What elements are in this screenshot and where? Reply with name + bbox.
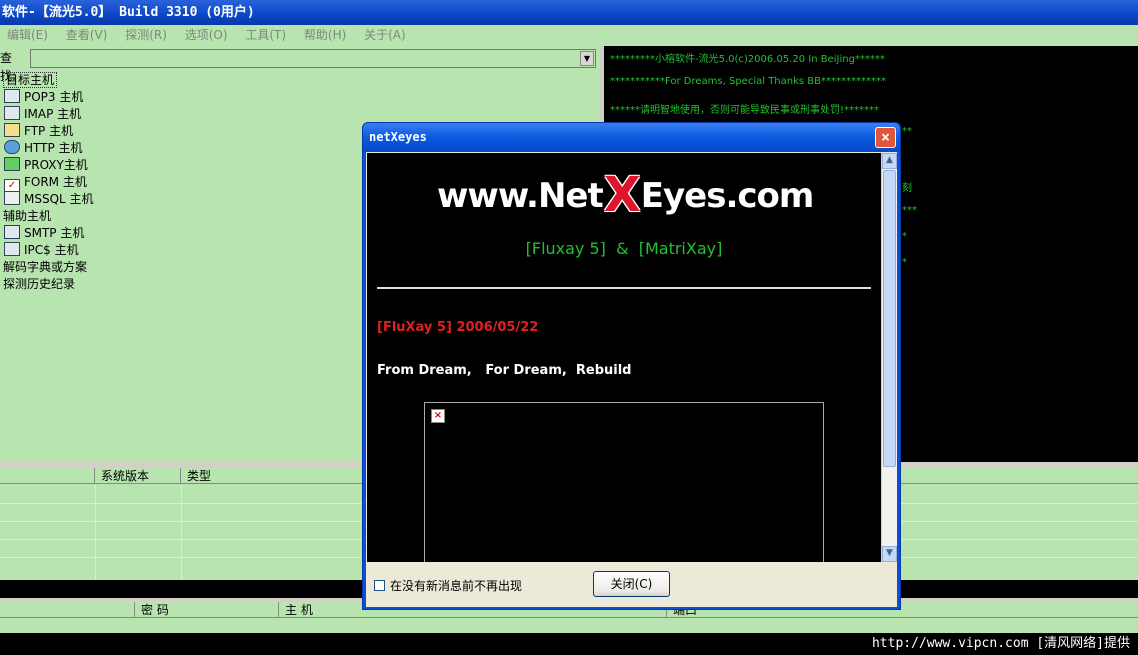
console-line: ******请明智地使用，否则可能导致民事或刑事处罚!******* bbox=[610, 105, 880, 116]
globe-icon bbox=[4, 140, 20, 154]
chevron-down-icon[interactable]: ▼ bbox=[580, 51, 594, 66]
menu-about[interactable]: 关于(A) bbox=[357, 25, 413, 46]
window-title: 软件-【流光5.0】 Build 3310 (0用户) bbox=[2, 5, 255, 20]
menu-tools[interactable]: 工具(T) bbox=[238, 25, 293, 46]
netxeyes-logo: www.NetXEyes.com bbox=[437, 167, 815, 223]
find-combobox[interactable]: ▼ bbox=[30, 49, 596, 68]
logo-text: www.Net bbox=[437, 176, 604, 216]
tree-item-label: HTTP 主机 bbox=[24, 141, 83, 155]
folder-icon bbox=[4, 123, 20, 137]
menu-view[interactable]: 查看(V) bbox=[59, 25, 115, 46]
tree-item-label: FTP 主机 bbox=[24, 124, 74, 138]
tree-item-aux-hosts[interactable]: 辅助主机 bbox=[0, 208, 94, 225]
tree-item-proxy[interactable]: PROXY主机 bbox=[0, 157, 94, 174]
menu-edit[interactable]: 编辑(E) bbox=[0, 25, 55, 46]
proxy-icon bbox=[4, 157, 20, 171]
image-placeholder: × bbox=[424, 402, 824, 562]
menu-options[interactable]: 选项(O) bbox=[178, 25, 235, 46]
grid-column-divider bbox=[181, 485, 182, 580]
tree-item-ftp[interactable]: FTP 主机 bbox=[0, 123, 94, 140]
mail-host-icon bbox=[4, 106, 20, 120]
console-line: *********小榕软件-流光5.0(c)2006.05.20 In BeiJ… bbox=[610, 54, 885, 65]
menu-help[interactable]: 帮助(H) bbox=[297, 25, 353, 46]
checkbox-label[interactable]: 在没有新消息前不再出现 bbox=[390, 577, 522, 594]
close-icon[interactable]: × bbox=[875, 127, 896, 148]
mail-host-icon bbox=[4, 89, 20, 103]
dialog-title: netXeyes bbox=[369, 130, 427, 144]
menu-bar: 编辑(E) 查看(V) 探测(R) 选项(O) 工具(T) 帮助(H) 关于(A… bbox=[0, 25, 1138, 46]
motto-line: From Dream, For Dream, Rebuild bbox=[377, 363, 632, 378]
scroll-thumb[interactable] bbox=[883, 170, 896, 467]
logo-x: X bbox=[603, 167, 641, 223]
tree-item-label: IMAP 主机 bbox=[24, 107, 82, 121]
menu-probe[interactable]: 探测(R) bbox=[118, 25, 174, 46]
tree-item-target-hosts[interactable]: 目标主机 bbox=[0, 72, 94, 89]
vertical-scrollbar[interactable]: ▲ ▼ bbox=[881, 153, 897, 562]
announcement-content: www.NetXEyes.com [Fluxay 5] & [MatriXay]… bbox=[367, 153, 881, 562]
tree-item-history[interactable]: 探测历史纪录 bbox=[0, 276, 94, 293]
dont-show-again-checkbox[interactable] bbox=[374, 580, 385, 591]
tree-item-label: 辅助主机 bbox=[3, 209, 52, 223]
scroll-up-icon[interactable]: ▲ bbox=[882, 153, 897, 169]
tree-item-label: 目标主机 bbox=[3, 72, 58, 88]
console-line: * bbox=[902, 257, 907, 268]
tree-item-label: 探测历史纪录 bbox=[3, 277, 76, 291]
version-line: [FluXay 5] 2006/05/22 bbox=[377, 320, 539, 335]
tree-item-mssql[interactable]: MSSQL 主机 bbox=[0, 191, 94, 208]
database-icon bbox=[4, 191, 20, 205]
tree-item-label: PROXY主机 bbox=[24, 158, 88, 172]
console-line: ** bbox=[902, 126, 912, 137]
tree-item-form[interactable]: ✓ FORM 主机 bbox=[0, 174, 94, 193]
logo-text: Eyes.com bbox=[640, 176, 815, 216]
grid-column-divider bbox=[95, 485, 96, 580]
column-header-password[interactable]: 密 码 bbox=[134, 602, 278, 618]
console-line: * bbox=[902, 231, 907, 242]
status-text: http://www.vipcn.com [清风网络]提供 bbox=[871, 636, 1130, 651]
console-line: ***********For Dreams, Special Thanks BB… bbox=[610, 76, 887, 87]
tree-item-label: SMTP 主机 bbox=[24, 226, 85, 240]
broken-image-icon: × bbox=[431, 409, 445, 423]
computer-icon bbox=[4, 242, 20, 256]
divider bbox=[377, 287, 871, 289]
tree-item-dictionary[interactable]: 解码字典或方案 bbox=[0, 259, 94, 276]
console-line: 刻 bbox=[902, 183, 912, 194]
column-header-os-version[interactable]: 系统版本 bbox=[94, 468, 180, 484]
dialog-title-bar[interactable]: netXeyes × bbox=[363, 123, 900, 152]
tree-item-smtp[interactable]: SMTP 主机 bbox=[0, 225, 94, 242]
column-header[interactable] bbox=[0, 468, 94, 484]
tree-item-http[interactable]: HTTP 主机 bbox=[0, 140, 94, 157]
column-header[interactable] bbox=[0, 602, 134, 618]
product-names: [Fluxay 5] & [MatriXay] bbox=[525, 239, 723, 258]
tree-item-label: MSSQL 主机 bbox=[24, 192, 94, 206]
dialog-body: www.NetXEyes.com [Fluxay 5] & [MatriXay]… bbox=[366, 152, 897, 607]
close-button[interactable]: 关闭(C) bbox=[593, 571, 670, 597]
tree-item-ipc[interactable]: IPC$ 主机 bbox=[0, 242, 94, 259]
tree-item-label: IPC$ 主机 bbox=[24, 243, 79, 257]
tree-item-label: FORM 主机 bbox=[24, 175, 87, 189]
console-line: *** bbox=[902, 205, 917, 216]
mail-host-icon bbox=[4, 225, 20, 239]
scroll-down-icon[interactable]: ▼ bbox=[882, 546, 897, 562]
tree-item-pop3[interactable]: POP3 主机 bbox=[0, 89, 94, 106]
dialog-footer: 在没有新消息前不再出现 关闭(C) bbox=[366, 563, 897, 607]
tree-item-imap[interactable]: IMAP 主机 bbox=[0, 106, 94, 123]
tree-item-label: 解码字典或方案 bbox=[3, 260, 88, 274]
status-bar: http://www.vipcn.com [清风网络]提供 bbox=[0, 633, 1138, 655]
netxeyes-dialog: netXeyes × www.NetXEyes.com [Fluxay 5] &… bbox=[362, 122, 901, 610]
host-tree: 目标主机 POP3 主机 IMAP 主机 FTP 主机 HTTP 主机 PROX… bbox=[0, 72, 94, 293]
tree-item-label: POP3 主机 bbox=[24, 90, 84, 104]
window-title-bar: 软件-【流光5.0】 Build 3310 (0用户) bbox=[0, 0, 1138, 25]
